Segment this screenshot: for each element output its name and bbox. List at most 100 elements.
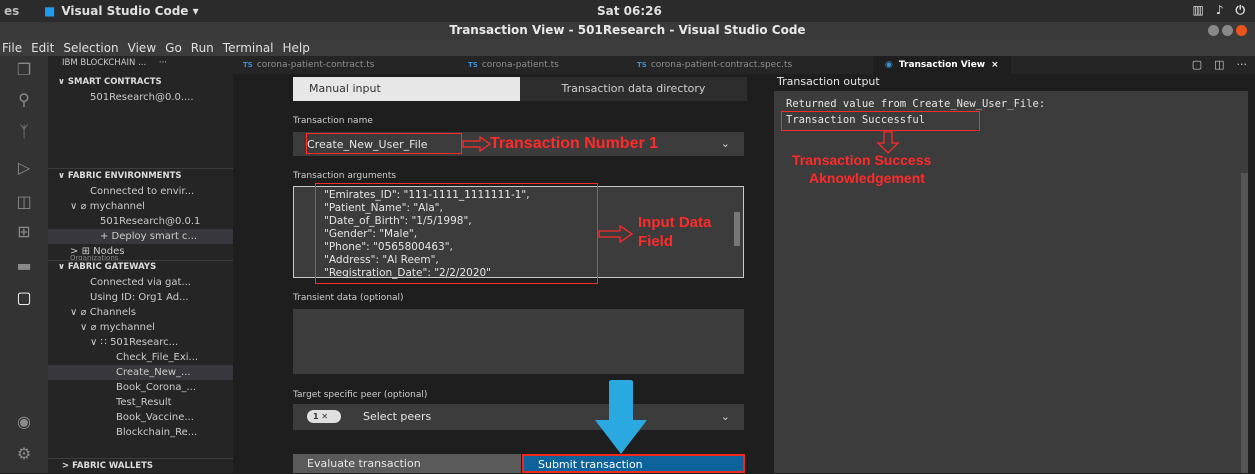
sidebar-more-button[interactable]: ··· xyxy=(159,58,167,68)
tree-item-contract[interactable]: ∨ ∷ 501Researc... xyxy=(48,335,233,350)
section-title: FABRIC WALLETS xyxy=(72,461,154,471)
menu-terminal[interactable]: Terminal xyxy=(223,41,274,55)
section-smart-contracts[interactable]: ∨ SMART CONTRACTS xyxy=(48,75,233,90)
annotation-acknowledgement: Aknowledgement xyxy=(809,170,925,186)
tab-label: corona-patient.ts xyxy=(481,60,559,70)
search-icon[interactable]: ⚲ xyxy=(14,90,34,110)
tree-item-label: Channels xyxy=(89,307,136,318)
tree-item-transaction[interactable]: Book_Corona_... xyxy=(48,380,233,395)
typescript-icon: TS xyxy=(468,61,478,69)
tree-item-transaction[interactable]: Test_Result xyxy=(48,395,233,410)
target-peer-label: Target specific peer (optional) xyxy=(293,390,428,400)
transaction-name-label: Transaction name xyxy=(293,116,373,126)
tree-item[interactable]: Using ID: Org1 Ad... xyxy=(48,290,233,305)
contract-icon: ∷ xyxy=(100,337,107,348)
menu-view[interactable]: View xyxy=(128,41,156,55)
menu-edit[interactable]: Edit xyxy=(31,41,54,55)
volume-icon[interactable]: ♪ xyxy=(1216,3,1224,18)
menu-selection[interactable]: Selection xyxy=(63,41,118,55)
tab-corona-patient[interactable]: TS corona-patient.ts xyxy=(468,56,559,74)
tree-item-transaction[interactable]: Check_File_Exi... xyxy=(48,350,233,365)
tree-item-label: mychannel xyxy=(89,201,145,212)
channel-icon: ⌀ xyxy=(90,322,97,333)
section-title: FABRIC GATEWAYS xyxy=(67,262,157,272)
run-debug-icon[interactable]: ▷ xyxy=(14,158,34,178)
app-menu[interactable]: ■ Visual Studio Code ▾ xyxy=(44,4,199,18)
menu-bar: File Edit Selection View Go Run Terminal… xyxy=(0,39,1255,56)
source-control-icon[interactable]: ᛉ xyxy=(14,122,34,142)
vscode-icon: ■ xyxy=(44,4,56,18)
output-box: Returned value from Create_New_User_File… xyxy=(774,91,1248,473)
section-fabric-wallets[interactable]: > FABRIC WALLETS xyxy=(48,459,233,474)
peer-count: 1 xyxy=(313,412,319,421)
menu-go[interactable]: Go xyxy=(165,41,182,55)
textarea-scrollbar[interactable] xyxy=(734,212,740,246)
submit-transaction-button[interactable]: Submit transaction xyxy=(522,454,745,473)
tree-item-deploy[interactable]: + Deploy smart c... xyxy=(48,229,233,244)
data-directory-tab[interactable]: Transaction data directory xyxy=(520,77,747,101)
more-actions-icon[interactable]: ··· xyxy=(1237,58,1248,71)
window-title: Transaction View - 501Research - Visual … xyxy=(449,23,806,37)
tree-item-transaction[interactable]: Blockchain_Re... xyxy=(48,425,233,440)
power-icon[interactable]: ⏻ xyxy=(1236,3,1246,18)
split-editor-icon[interactable]: ▢ xyxy=(1192,58,1202,71)
editor-tabs: TS corona-patient-contract.ts TS corona-pa… xyxy=(233,56,1255,74)
tab-contract-spec[interactable]: TS corona-patient-contract.spec.ts xyxy=(637,56,792,74)
tree-item-label: mychannel xyxy=(99,322,155,333)
transient-data-label: Transient data (optional) xyxy=(293,293,404,303)
output-title: Transaction output xyxy=(777,75,880,88)
chevron-down-icon: ⌄ xyxy=(720,137,730,150)
tree-item-mychannel[interactable]: ∨ ⌀ mychannel xyxy=(48,320,233,335)
peer-count-badge[interactable]: 1 ✕ xyxy=(307,410,341,423)
annotation-input-data: Input Data xyxy=(638,214,712,231)
section-fabric-environments[interactable]: ∨ FABRIC ENVIRONMENTS xyxy=(48,169,233,184)
extensions-icon[interactable]: ⊞ xyxy=(14,222,34,242)
blockchain-icon[interactable]: ▢ xyxy=(14,288,34,308)
annotation-box-transaction-name xyxy=(306,133,462,154)
maximize-button[interactable] xyxy=(1222,25,1233,36)
tree-item-transaction-selected[interactable]: Create_New_... xyxy=(48,365,233,380)
remote-explorer-icon[interactable]: ◫ xyxy=(14,192,34,212)
transient-data-textarea[interactable] xyxy=(293,309,744,374)
menu-help[interactable]: Help xyxy=(283,41,310,55)
tree-item[interactable]: 501Research@0.0.1 xyxy=(48,214,233,229)
evaluate-transaction-button[interactable]: Evaluate transaction xyxy=(293,454,521,473)
menu-file[interactable]: File xyxy=(2,41,22,55)
tree-item-transaction[interactable]: Book_Vaccine... xyxy=(48,410,233,425)
account-icon[interactable]: ◉ xyxy=(14,412,34,432)
output-scrollbar[interactable] xyxy=(1241,173,1248,473)
menu-run[interactable]: Run xyxy=(191,41,214,55)
network-icon[interactable]: ▥ xyxy=(1192,3,1203,18)
tree-item[interactable]: Connected to envir... xyxy=(48,184,233,199)
tree-item[interactable]: 501Research@0.0.... xyxy=(48,90,233,105)
tree-item-channel[interactable]: ∨ ⌀ mychannel xyxy=(48,199,233,214)
typescript-icon: TS xyxy=(243,61,253,69)
section-title: FABRIC ENVIRONMENTS xyxy=(67,171,182,181)
peer-select[interactable]: 1 ✕ Select peers ⌄ xyxy=(293,404,744,430)
close-window-button[interactable] xyxy=(1236,25,1247,36)
clock[interactable]: Sat 06:26 xyxy=(597,4,662,18)
annotation-transaction-number: Transaction Number 1 xyxy=(490,135,659,152)
output-line: Returned value from Create_New_User_File… xyxy=(786,98,1046,110)
annotation-success: Transaction Success xyxy=(792,152,932,168)
window-title-bar: Transaction View - 501Research - Visual … xyxy=(0,22,1255,39)
tab-corona-patient-contract[interactable]: TS corona-patient-contract.ts xyxy=(243,56,375,74)
explorer-icon[interactable]: ❐ xyxy=(14,60,34,80)
settings-icon[interactable]: ⚙ xyxy=(14,444,34,464)
section-fabric-gateways[interactable]: ∨ FABRIC GATEWAYS xyxy=(48,260,233,275)
clear-icon[interactable]: ✕ xyxy=(321,412,328,421)
app-name: Visual Studio Code ▾ xyxy=(61,4,199,18)
layout-icon[interactable]: ◫ xyxy=(1214,58,1224,71)
system-top-bar: es ■ Visual Studio Code ▾ Sat 06:26 ▥ ♪ … xyxy=(0,0,1255,22)
tree-item-channels[interactable]: ∨ ⌀ Channels xyxy=(48,305,233,320)
close-icon[interactable]: × xyxy=(991,60,999,70)
manual-input-tab[interactable]: Manual input xyxy=(293,77,520,101)
transaction-output-panel: Transaction output Returned value from C… xyxy=(769,74,1255,473)
tree-item[interactable]: Connected via gat... xyxy=(48,275,233,290)
docker-icon[interactable]: ▬ xyxy=(14,256,34,276)
minimize-button[interactable] xyxy=(1208,25,1219,36)
tab-transaction-view[interactable]: ◉ Transaction View × xyxy=(873,56,1011,74)
sidebar-header: IBM BLOCKCHAIN ... ··· xyxy=(48,56,233,71)
channel-icon: ⌀ xyxy=(80,201,87,212)
input-mode-toggle: Manual input Transaction data directory xyxy=(293,77,747,101)
